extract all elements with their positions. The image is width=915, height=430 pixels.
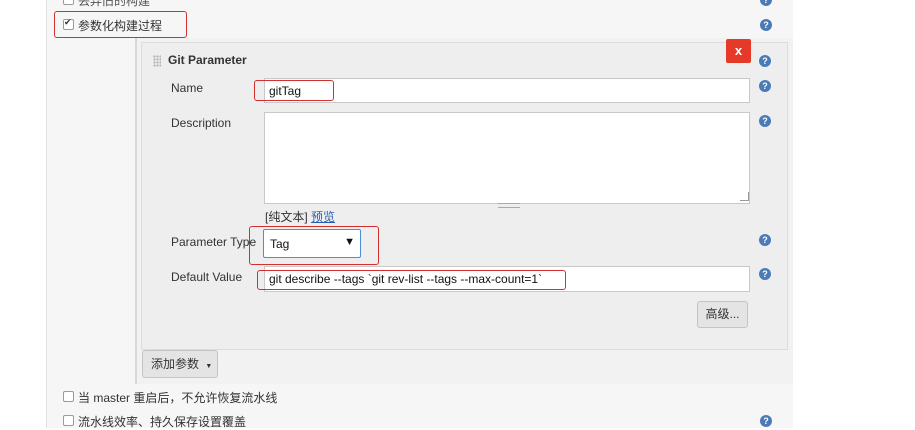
plain-text-label: [纯文本] [265, 210, 308, 224]
name-input[interactable]: gitTag [264, 78, 750, 103]
param-type-value: Tag [270, 237, 290, 251]
default-value-highlight [257, 270, 566, 290]
add-parameter-label: 添加参数 [151, 357, 200, 371]
param-build-label: 参数化构建过程 [78, 19, 163, 33]
param-type-label: Parameter Type [171, 235, 257, 249]
description-textarea[interactable] [264, 112, 750, 204]
caret-down-icon: ▼ [205, 363, 213, 370]
param-type-select[interactable]: Tag ▼ [263, 229, 361, 258]
help-icon[interactable]: ? [759, 115, 771, 127]
durability-label: 流水线效率、持久保存设置覆盖 [78, 415, 247, 429]
help-icon[interactable]: ? [760, 415, 772, 427]
help-icon[interactable]: ? [759, 80, 771, 92]
discard-old-builds-label: 丢弃旧的构建 [78, 0, 151, 8]
delete-parameter-button[interactable]: x [726, 39, 751, 63]
add-parameter-button[interactable]: 添加参数 ▼ [142, 350, 218, 378]
markup-hint: [纯文本] 预览 [265, 208, 335, 225]
name-highlight [254, 80, 334, 101]
chevron-down-icon: ▼ [344, 236, 355, 248]
help-icon[interactable]: ? [760, 19, 772, 31]
drag-handle-icon[interactable] [153, 55, 161, 67]
resize-grip-icon[interactable] [498, 203, 520, 208]
preview-link[interactable]: 预览 [311, 210, 335, 224]
no-resume-checkbox[interactable] [63, 391, 74, 402]
help-icon[interactable]: ? [759, 234, 771, 246]
no-resume-label: 当 master 重启后，不允许恢复流水线 [78, 391, 278, 405]
default-value-label: Default Value [171, 270, 243, 284]
param-build-checkbox[interactable] [63, 17, 74, 30]
textarea-resize-icon[interactable] [740, 192, 749, 201]
advanced-button[interactable]: 高级... [697, 301, 748, 328]
description-label: Description [171, 116, 232, 130]
help-icon[interactable]: ? [759, 55, 771, 67]
name-label: Name [171, 81, 204, 95]
help-icon[interactable]: ? [759, 268, 771, 280]
git-parameter-title: Git Parameter [168, 53, 247, 67]
durability-checkbox[interactable] [63, 415, 74, 426]
discard-old-builds-checkbox[interactable] [63, 0, 74, 5]
